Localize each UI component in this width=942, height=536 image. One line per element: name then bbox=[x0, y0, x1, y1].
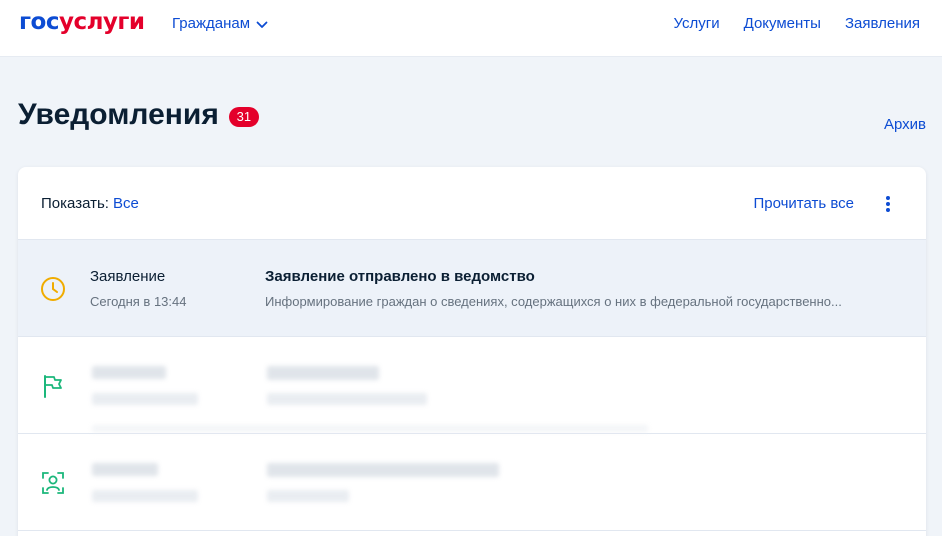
filter-dropdown[interactable]: Все bbox=[113, 195, 139, 212]
clock-icon bbox=[41, 277, 65, 301]
notification-category: Заявление bbox=[90, 268, 166, 285]
unread-count-badge: 31 bbox=[228, 107, 259, 127]
top-header: госуслуги Гражданам Услуги Документы Зая… bbox=[0, 0, 942, 57]
archive-link[interactable]: Архив bbox=[884, 116, 926, 133]
logo-text-part2: услуги bbox=[58, 9, 145, 35]
page-title-text: Уведомления bbox=[18, 98, 219, 131]
notification-item[interactable]: Заявление Сегодня в 13:44 Заявление отпр… bbox=[18, 240, 926, 337]
kebab-vertical-icon[interactable] bbox=[878, 193, 898, 215]
redacted-time bbox=[92, 393, 198, 405]
notification-item[interactable] bbox=[18, 434, 926, 531]
redacted-description bbox=[267, 393, 427, 405]
redacted-category bbox=[92, 366, 166, 379]
notification-item[interactable] bbox=[18, 337, 926, 434]
chevron-down-icon bbox=[256, 21, 268, 28]
redacted-extra bbox=[92, 425, 648, 432]
notifications-card: Показать: Все Прочитать все Заявление Сег… bbox=[18, 167, 926, 536]
page-title: Уведомления 31 bbox=[18, 97, 259, 133]
redacted-category bbox=[92, 463, 158, 476]
flag-icon bbox=[44, 375, 62, 398]
notifications-toolbar: Показать: Все Прочитать все bbox=[18, 167, 926, 240]
filter-control: Показать: Все bbox=[41, 195, 139, 213]
nav-services-link[interactable]: Услуги bbox=[674, 15, 720, 33]
notification-description: Информирование граждан о сведениях, соде… bbox=[265, 294, 842, 309]
redacted-title bbox=[267, 463, 499, 477]
redacted-description bbox=[267, 490, 349, 502]
top-nav: Услуги Документы Заявления bbox=[674, 15, 921, 33]
notification-time: Сегодня в 13:44 bbox=[90, 294, 187, 309]
audience-label: Гражданам bbox=[172, 15, 251, 32]
redacted-title bbox=[267, 366, 379, 380]
logo-text-part1: гос bbox=[19, 9, 59, 35]
gosuslugi-logo[interactable]: госуслуги bbox=[19, 7, 145, 37]
read-all-button[interactable]: Прочитать все bbox=[753, 195, 854, 213]
nav-applications-link[interactable]: Заявления bbox=[845, 15, 920, 33]
filter-label: Показать: bbox=[41, 195, 109, 212]
user-id-icon bbox=[42, 472, 64, 494]
audience-dropdown[interactable]: Гражданам bbox=[172, 15, 268, 33]
notification-title: Заявление отправлено в ведомство bbox=[265, 268, 535, 285]
nav-documents-link[interactable]: Документы bbox=[744, 15, 821, 33]
redacted-time bbox=[92, 490, 198, 502]
